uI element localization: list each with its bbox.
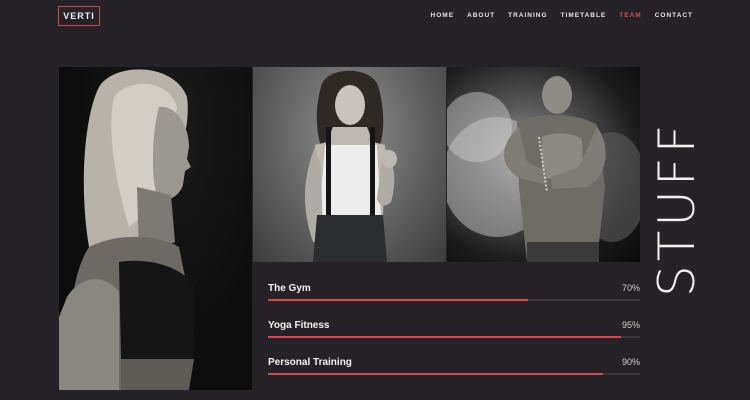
skill-value: 95%: [621, 320, 640, 330]
skill-name: Yoga Fitness: [268, 320, 330, 331]
skill-item: Personal Training 90%: [268, 357, 640, 394]
page: VERTI HOME ABOUT TRAINING TIMETABLE TEAM…: [0, 0, 750, 400]
skill-name: The Gym: [268, 283, 311, 294]
skills-list: The Gym 70% Yoga Fitness 95% Personal Tr…: [268, 283, 640, 394]
skill-name: Personal Training: [268, 357, 352, 368]
skill-progress-track: [268, 299, 640, 301]
skill-progress-fill: [268, 336, 622, 338]
section-title: STUFF: [648, 120, 706, 297]
logo[interactable]: VERTI: [58, 6, 100, 26]
nav-item-contact[interactable]: CONTACT: [655, 12, 693, 19]
skill-progress-track: [268, 373, 640, 375]
nav-item-training[interactable]: TRAINING: [508, 12, 547, 19]
main-nav: HOME ABOUT TRAINING TIMETABLE TEAM CONTA…: [431, 12, 693, 19]
nav-item-about[interactable]: ABOUT: [467, 12, 495, 19]
nav-item-timetable[interactable]: TIMETABLE: [561, 12, 607, 19]
nav-item-home[interactable]: HOME: [431, 12, 455, 19]
skill-progress-track: [268, 336, 640, 338]
woman-profile-photo: [59, 67, 252, 390]
skill-item: The Gym 70%: [268, 283, 640, 320]
skill-item: Yoga Fitness 95%: [268, 320, 640, 357]
nav-item-team[interactable]: TEAM: [619, 12, 641, 19]
skill-value: 90%: [621, 357, 640, 367]
skill-progress-fill: [268, 373, 603, 375]
skill-value: 70%: [621, 283, 640, 293]
man-chalk-photo: [447, 67, 640, 262]
woman-suspenders-photo: [253, 67, 446, 262]
skill-progress-fill: [268, 299, 529, 301]
